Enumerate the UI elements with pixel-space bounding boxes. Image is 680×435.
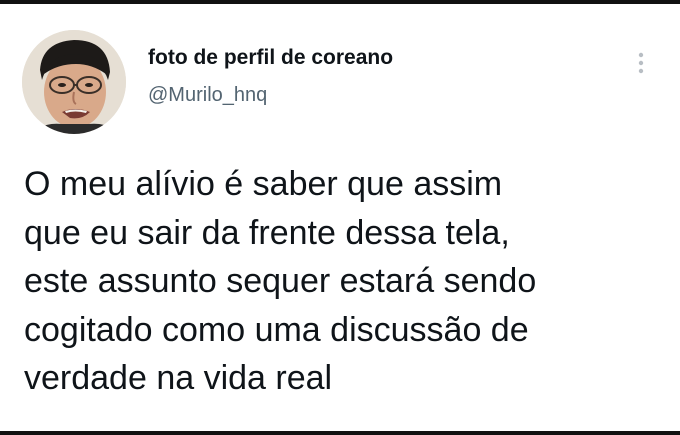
tweet-card: foto de perfil de coreano @Murilo_hnq O … [0, 0, 680, 435]
avatar[interactable] [22, 30, 126, 134]
avatar-photo-icon [22, 30, 126, 134]
tweet-text: O meu alívio é saber que assim que eu sa… [24, 160, 664, 403]
tweet-text-line: cogitado como uma discussão de [24, 310, 529, 349]
more-options-icon [638, 52, 644, 74]
tweet-text-line: este assunto sequer estará sendo [24, 262, 537, 300]
tweet-text-line: que eu sair da frente dessa tela, [24, 213, 510, 252]
more-options-button[interactable] [628, 48, 654, 78]
author-handle[interactable]: @Murilo_hnq [148, 82, 393, 108]
tweet-text-line: O meu alívio é saber que assim [24, 165, 503, 203]
tweet-author: foto de perfil de coreano @Murilo_hnq [148, 44, 393, 108]
author-display-name[interactable]: foto de perfil de coreano [148, 44, 393, 72]
tweet-text-line: verdade na vida real [24, 359, 333, 397]
